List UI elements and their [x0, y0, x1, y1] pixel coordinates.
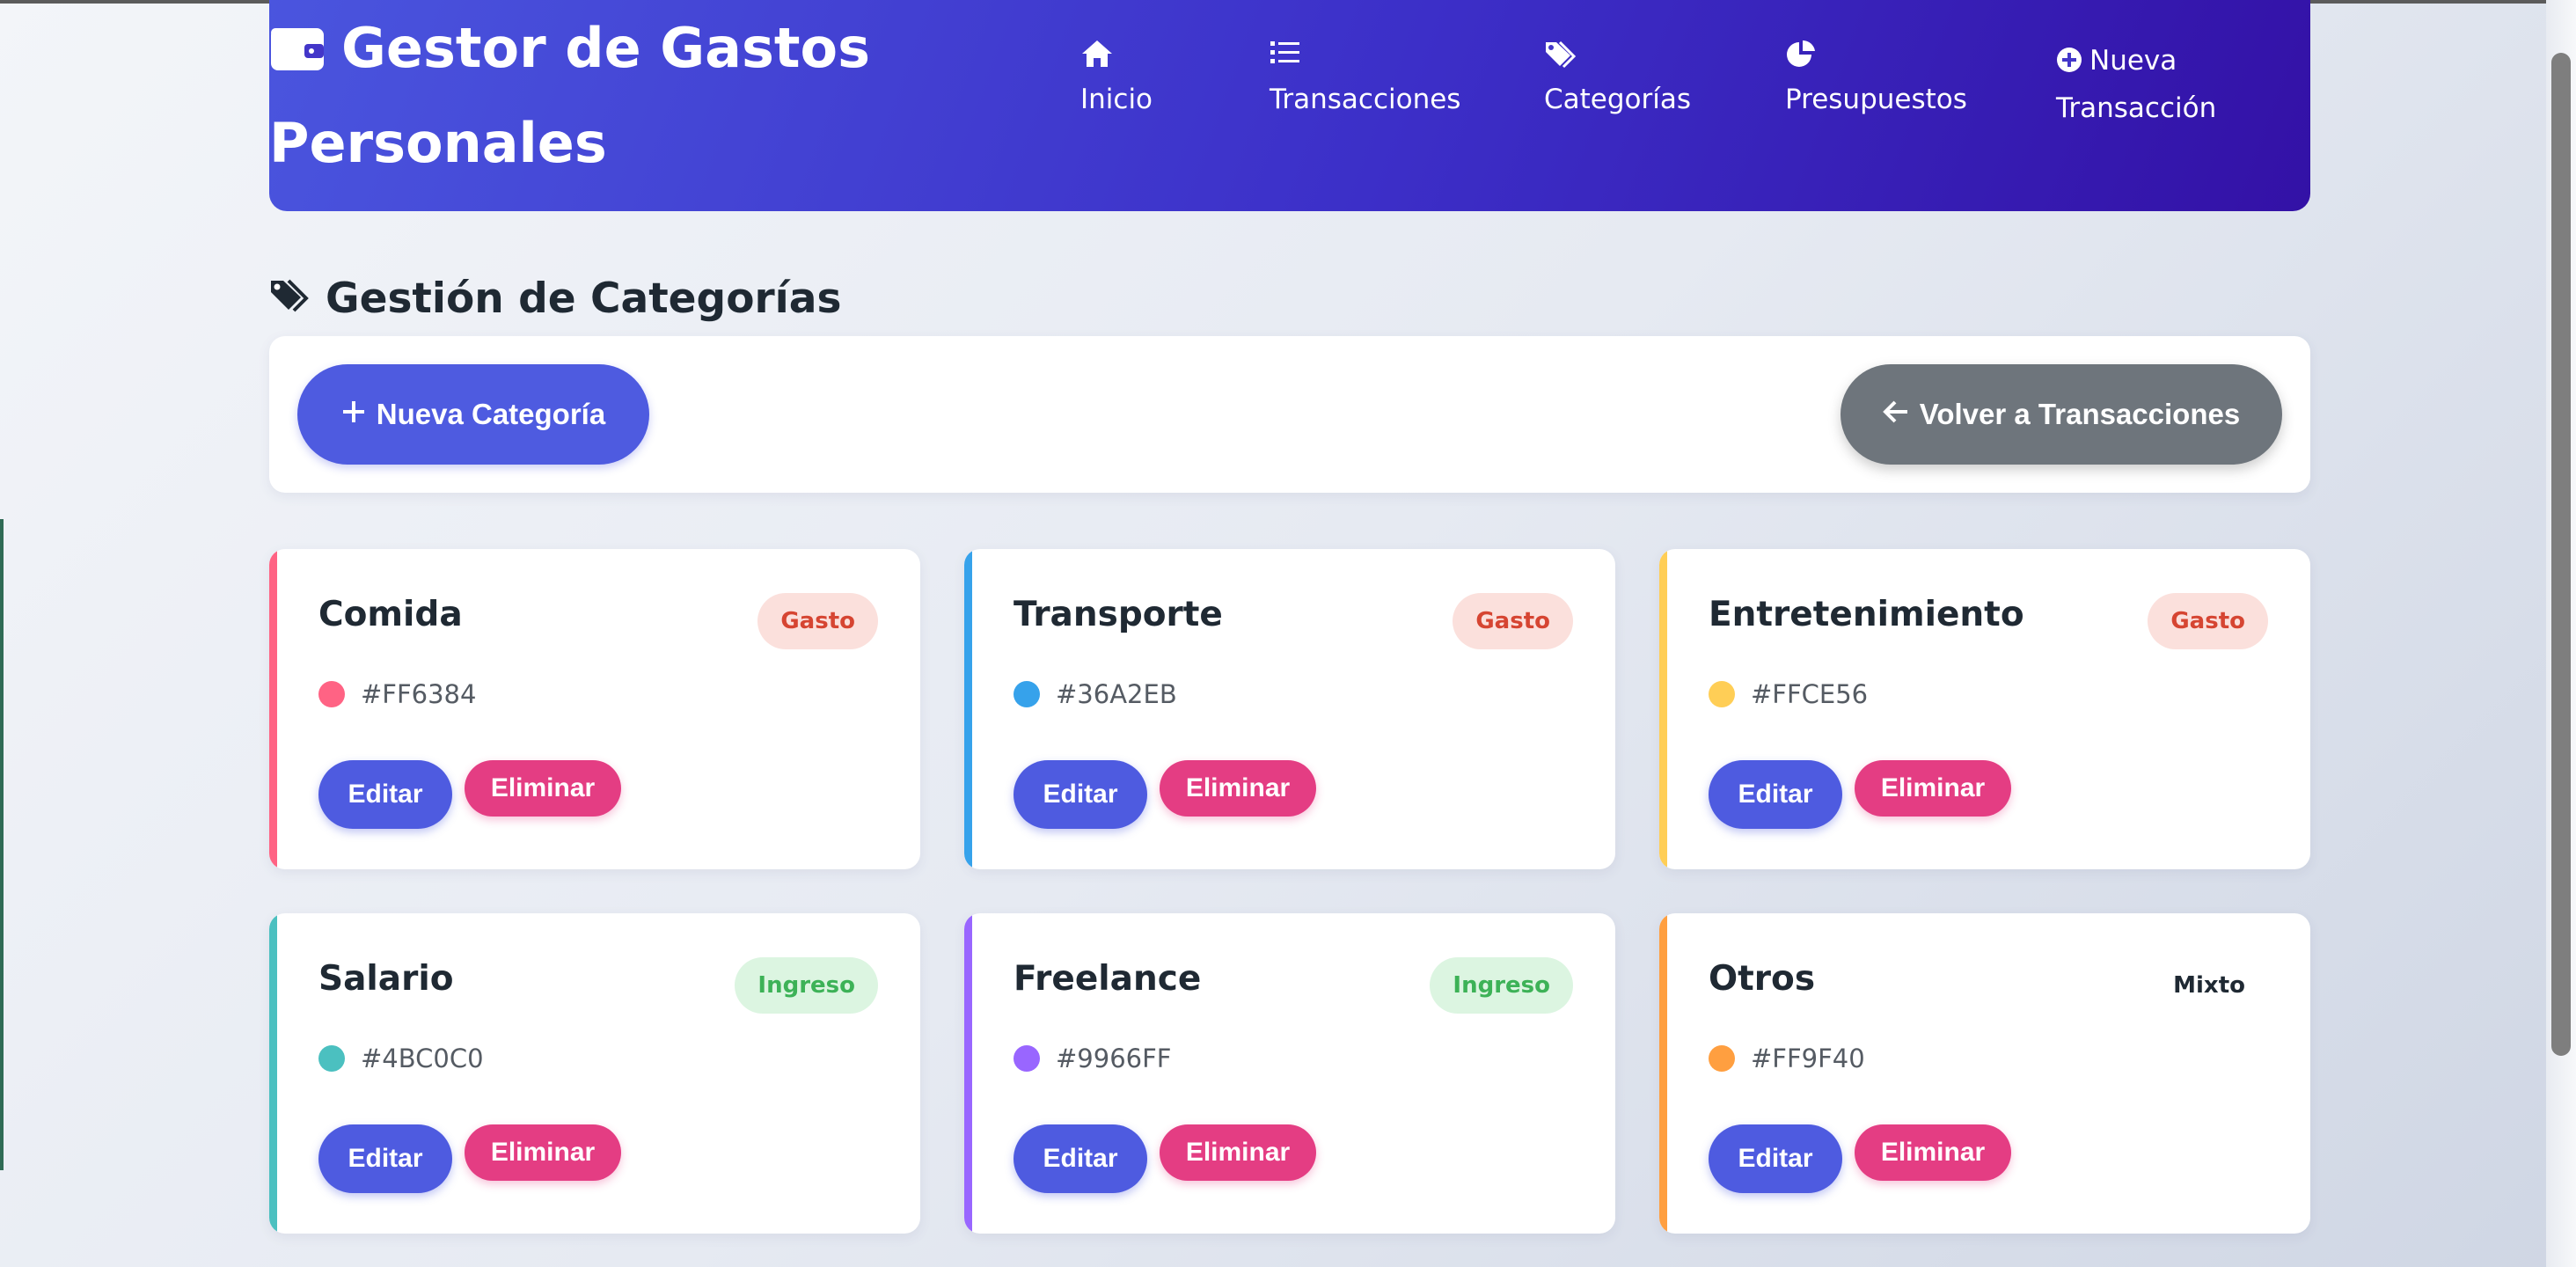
color-hex: #FF9F40 — [1751, 1044, 1865, 1073]
color-swatch — [1709, 1045, 1735, 1072]
nav-label-line-1: Nueva — [2089, 45, 2177, 77]
color-swatch — [318, 681, 345, 707]
color-swatch — [1014, 681, 1040, 707]
delete-button[interactable]: Eliminar — [1855, 1124, 2011, 1181]
category-name: Comida — [318, 595, 463, 634]
color-swatch — [1709, 681, 1735, 707]
category-type-badge: Ingreso — [735, 957, 878, 1014]
arrow-left-icon — [1882, 398, 1909, 431]
wallet-icon — [269, 9, 326, 99]
page-title: Gestión de Categorías — [269, 275, 841, 323]
list-icon — [1270, 39, 1460, 77]
nav-item-categorias[interactable]: Categorías — [1544, 39, 1691, 121]
color-hex: #36A2EB — [1056, 679, 1177, 709]
window-left-edge — [0, 519, 4, 1170]
category-color: #9966FF — [1014, 1044, 1171, 1073]
category-type-badge: Ingreso — [1430, 957, 1573, 1014]
plus-circle-icon — [2056, 42, 2082, 86]
category-card: Otros Mixto #FF9F40 Editar Eliminar — [1659, 913, 2310, 1234]
category-name: Entretenimiento — [1709, 595, 2024, 634]
category-color: #36A2EB — [1014, 679, 1177, 709]
category-color-bar — [269, 549, 277, 869]
color-hex: #9966FF — [1056, 1044, 1172, 1073]
tags-icon — [1544, 39, 1691, 77]
category-name: Transporte — [1014, 595, 1223, 634]
nav-item-inicio[interactable]: Inicio — [1080, 39, 1153, 121]
nav-item-transacciones[interactable]: Transacciones — [1270, 39, 1460, 121]
nav-label-line-2: Transacción — [2056, 92, 2217, 124]
edit-button[interactable]: Editar — [1014, 760, 1147, 829]
color-hex: #FF6384 — [361, 679, 477, 709]
color-hex: #4BC0C0 — [361, 1044, 484, 1073]
category-color: #4BC0C0 — [318, 1044, 484, 1073]
nav-label: Presupuestos — [1785, 84, 1967, 115]
category-color-bar — [1659, 549, 1667, 869]
category-color-bar — [964, 913, 972, 1234]
edit-button[interactable]: Editar — [318, 760, 452, 829]
app-header: Gestor de Gastos Personales Inicio Trans… — [269, 0, 2310, 211]
back-to-transactions-button[interactable]: Volver a Transacciones — [1841, 364, 2282, 465]
back-label: Volver a Transacciones — [1919, 398, 2241, 430]
nav-label: Inicio — [1080, 84, 1153, 115]
category-type-badge: Gasto — [2148, 593, 2268, 649]
delete-button[interactable]: Eliminar — [1160, 1124, 1316, 1181]
category-card: Entretenimiento Gasto #FFCE56 Editar Eli… — [1659, 549, 2310, 869]
scrollbar-thumb[interactable] — [2551, 53, 2571, 1056]
delete-button[interactable]: Eliminar — [465, 1124, 621, 1181]
color-swatch — [318, 1045, 345, 1072]
category-name: Salario — [318, 959, 454, 999]
new-category-button[interactable]: Nueva Categoría — [297, 364, 649, 465]
color-hex: #FFCE56 — [1751, 679, 1869, 709]
category-color-bar — [269, 913, 277, 1234]
edit-button[interactable]: Editar — [1709, 760, 1842, 829]
plus-icon — [341, 398, 366, 431]
category-card: Transporte Gasto #36A2EB Editar Eliminar — [964, 549, 1615, 869]
category-type-badge: Mixto — [2173, 972, 2245, 999]
category-card: Salario Ingreso #4BC0C0 Editar Eliminar — [269, 913, 920, 1234]
edit-button[interactable]: Editar — [318, 1124, 452, 1193]
actions-toolbar: Nueva Categoría Volver a Transacciones — [269, 336, 2310, 493]
category-card: Comida Gasto #FF6384 Editar Eliminar — [269, 549, 920, 869]
delete-button[interactable]: Eliminar — [1855, 760, 2011, 817]
category-name: Freelance — [1014, 959, 1202, 999]
brand-line-1: Gestor de Gastos — [341, 16, 871, 80]
category-card: Freelance Ingreso #9966FF Editar Elimina… — [964, 913, 1615, 1234]
new-category-label: Nueva Categoría — [376, 398, 606, 430]
tags-icon — [269, 275, 311, 323]
nav-item-nueva-transaccion[interactable]: Nueva Transacción — [2056, 39, 2216, 130]
category-type-badge: Gasto — [1453, 593, 1573, 649]
page-title-text: Gestión de Categorías — [326, 275, 842, 323]
category-color: #FFCE56 — [1709, 679, 1868, 709]
edit-button[interactable]: Editar — [1014, 1124, 1147, 1193]
brand-line-2: Personales — [269, 111, 607, 175]
category-color-bar — [1659, 913, 1667, 1234]
nav-label: Transacciones — [1270, 84, 1461, 115]
nav-label: Categorías — [1544, 84, 1692, 115]
app-brand[interactable]: Gestor de Gastos Personales — [269, 4, 938, 188]
pie-chart-icon — [1785, 39, 1967, 77]
category-type-badge: Gasto — [757, 593, 878, 649]
category-name: Otros — [1709, 959, 1816, 999]
category-color: #FF9F40 — [1709, 1044, 1865, 1073]
nav-item-presupuestos[interactable]: Presupuestos — [1785, 39, 1967, 121]
category-color-bar — [964, 549, 972, 869]
edit-button[interactable]: Editar — [1709, 1124, 1842, 1193]
delete-button[interactable]: Eliminar — [465, 760, 621, 817]
category-color: #FF6384 — [318, 679, 476, 709]
color-swatch — [1014, 1045, 1040, 1072]
delete-button[interactable]: Eliminar — [1160, 760, 1316, 817]
home-icon — [1080, 39, 1153, 77]
